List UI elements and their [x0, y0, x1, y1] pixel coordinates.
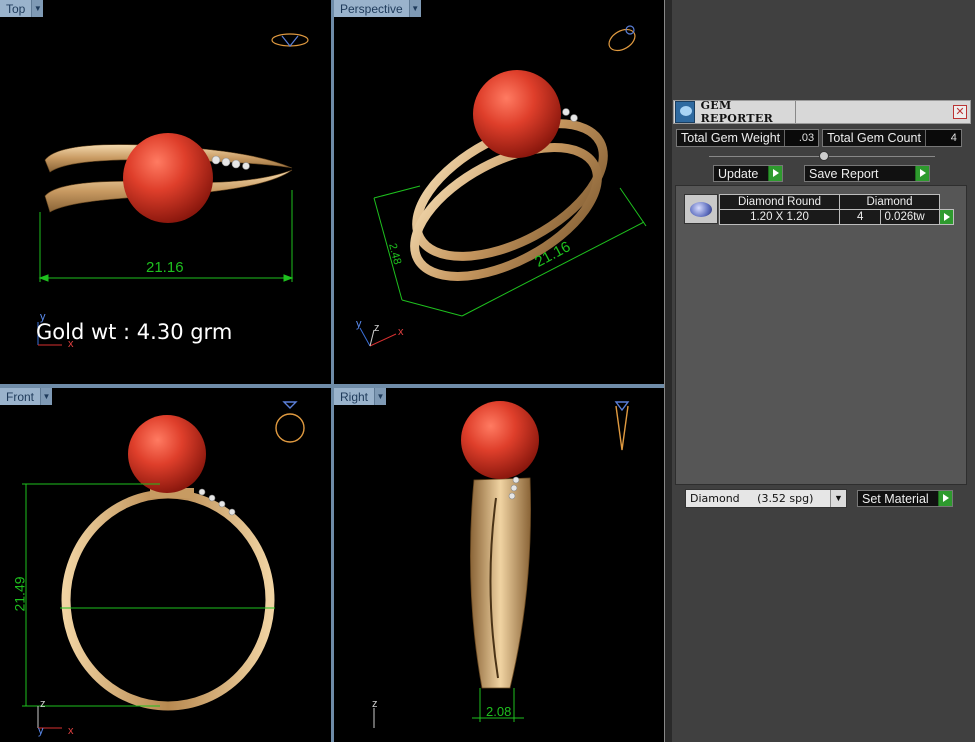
viewport-label-front[interactable]: Front: [0, 388, 41, 405]
viewport-splitter-vertical[interactable]: [331, 0, 334, 742]
viewport-label-right[interactable]: Right: [334, 388, 375, 405]
set-material-button[interactable]: Set Material: [857, 490, 953, 507]
dimension-width-label: 21.16: [146, 259, 184, 276]
ring-preview-icon: [271, 33, 309, 47]
axis-label-z: z: [374, 322, 380, 334]
gem-reporter-title-area: GEM REPORTER: [674, 99, 796, 125]
material-select[interactable]: Diamond (3.52 spg) ▼: [685, 489, 847, 508]
ring-shank-side: [470, 477, 531, 689]
gem-reporter-panel: GEM REPORTER ✕ Total Gem Weight .03 Tota…: [673, 99, 973, 742]
slider-knob[interactable]: [819, 151, 829, 161]
gem-reporter-icon: [675, 101, 695, 123]
table-row[interactable]: 1.20 X 1.20 4 0.026tw: [719, 209, 954, 225]
viewport-right[interactable]: Right ▼ 2.08 z: [334, 388, 664, 742]
viewport-tab-front[interactable]: Front ▼: [0, 388, 53, 405]
save-report-button[interactable]: Save Report: [804, 165, 930, 182]
right-view-drawing: [373, 401, 630, 728]
update-button[interactable]: Update: [713, 165, 783, 182]
chevron-down-icon[interactable]: ▼: [374, 388, 387, 405]
viewport-tab-perspective[interactable]: Perspective ▼: [334, 0, 421, 17]
ring-preview-icon: [614, 401, 630, 451]
total-gem-count-value: 4: [924, 130, 961, 146]
total-gem-count-label: Total Gem Count: [827, 131, 921, 145]
header-gem-shape: Diamond Round: [719, 194, 840, 210]
ring-shank-front: [61, 489, 275, 711]
viewport-front[interactable]: Front ▼ 21.49 z y x: [0, 388, 331, 742]
total-gem-count-field: Total Gem Count 4: [822, 129, 962, 147]
viewport-tab-top[interactable]: Top ▼: [0, 0, 44, 17]
ruby-center-stone: [123, 133, 213, 223]
jewelry-cad-app: Top ▼ 21.16 y x Gold wt: 4.30 grm Persp…: [0, 0, 975, 742]
set-material-button-label: Set Material: [862, 491, 929, 506]
chevron-down-icon[interactable]: ▼: [408, 0, 421, 17]
dimension-height-label: 21.49: [11, 576, 28, 612]
perspective-view-drawing: [359, 25, 647, 347]
viewport-label-perspective[interactable]: Perspective: [334, 0, 409, 17]
gem-report-area: Diamond Round Diamond 1.20 X 1.20 4 0.02…: [675, 185, 967, 485]
total-gem-weight-label: Total Gem Weight: [681, 131, 781, 145]
gem-count-cell: 4: [838, 209, 882, 225]
axis-label-x: x: [68, 725, 74, 737]
gem-weight-cell: 0.026tw: [880, 209, 940, 225]
totals-row: Total Gem Weight .03 Total Gem Count 4: [676, 129, 962, 147]
chevron-down-icon[interactable]: ▼: [40, 388, 53, 405]
front-view-drawing: [22, 401, 305, 729]
ring-preview-icon: [275, 401, 305, 443]
viewport-label-top[interactable]: Top: [0, 0, 32, 17]
gem-size-cell: 1.20 X 1.20: [719, 209, 840, 225]
axis-label-x: x: [398, 326, 404, 338]
save-report-button-label: Save Report: [809, 166, 879, 181]
ruby-center-stone: [473, 70, 561, 158]
ring-preview-icon: [608, 25, 636, 52]
total-gem-weight-field: Total Gem Weight .03: [676, 129, 820, 147]
table-header-row: Diamond Round Diamond: [719, 194, 954, 210]
close-icon[interactable]: ✕: [953, 105, 967, 119]
viewport-tab-right[interactable]: Right ▼: [334, 388, 387, 405]
axis-label-y: y: [38, 725, 44, 737]
play-arrow-icon[interactable]: [938, 491, 952, 506]
header-gem-material: Diamond: [839, 194, 940, 210]
axis-label-z: z: [372, 698, 378, 710]
play-arrow-icon[interactable]: [915, 166, 929, 181]
panel-divider[interactable]: [664, 0, 672, 742]
dimension-band-label: 2.08: [486, 704, 512, 719]
material-select-value: Diamond (3.52 spg): [690, 492, 814, 505]
gem-reporter-title: GEM REPORTER: [700, 99, 774, 125]
viewport-top[interactable]: Top ▼ 21.16 y x Gold wt: 4.30 grm: [0, 0, 331, 384]
report-slider[interactable]: [709, 151, 935, 161]
axis-label-z: z: [40, 698, 46, 710]
total-gem-weight-value: .03: [784, 130, 819, 146]
viewport-splitter-horizontal[interactable]: [0, 384, 664, 388]
gold-weight-note: Gold wt : 4.30 grm: [36, 320, 233, 344]
ruby-center-stone: [128, 415, 206, 493]
gem-report-table: Diamond Round Diamond 1.20 X 1.20 4 0.02…: [719, 194, 954, 225]
chevron-down-icon[interactable]: ▼: [830, 490, 846, 507]
row-play-arrow-icon[interactable]: [939, 209, 954, 225]
axis-label-y: y: [356, 318, 362, 330]
gem-reporter-header: GEM REPORTER ✕: [673, 99, 971, 125]
diamond-gem-icon: [684, 194, 718, 224]
viewport-perspective[interactable]: Perspective ▼ 21.16 2.48 y z x: [334, 0, 664, 384]
chevron-down-icon[interactable]: ▼: [31, 0, 44, 17]
update-button-label: Update: [718, 166, 759, 181]
ruby-center-stone: [461, 401, 539, 479]
play-arrow-icon[interactable]: [768, 166, 782, 181]
